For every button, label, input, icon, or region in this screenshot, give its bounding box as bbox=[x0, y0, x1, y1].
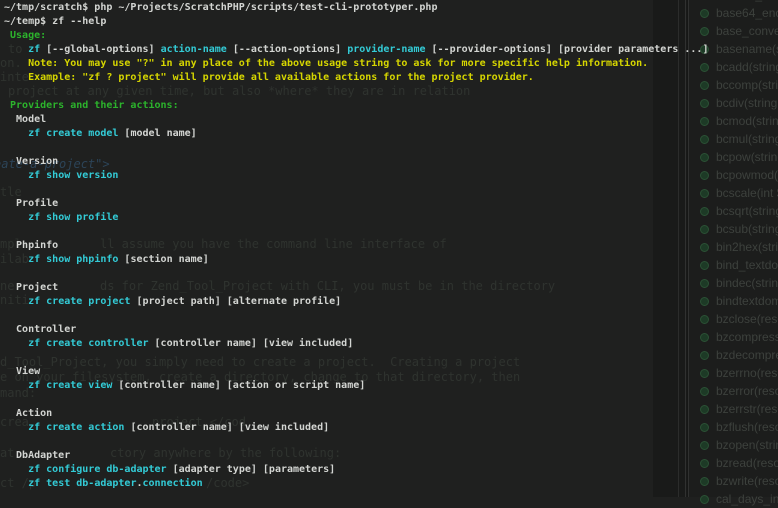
terminal-text-segment: [--action-options] bbox=[227, 44, 347, 55]
terminal-text-segment bbox=[4, 422, 28, 433]
terminal-line: zf create model [model name] bbox=[4, 127, 197, 140]
terminal-text-segment: zf create controller bbox=[28, 338, 148, 349]
terminal-text-segment bbox=[4, 170, 28, 181]
terminal-text-segment: Version bbox=[4, 156, 58, 167]
terminal-text-segment bbox=[4, 128, 28, 139]
terminal-line: zf test db-adapter.connection bbox=[4, 477, 203, 490]
terminal-text-segment bbox=[4, 296, 28, 307]
terminal-text-segment: ~/temp$ zf --help bbox=[4, 16, 106, 27]
terminal-text-segment: [section name] bbox=[118, 254, 208, 265]
terminal-text-segment: ~/tmp/scratch$ php ~/Projects/ScratchPHP… bbox=[4, 2, 437, 13]
terminal-text-segment bbox=[4, 478, 28, 489]
terminal-text-segment: View bbox=[4, 366, 40, 377]
terminal-text-segment: Controller bbox=[4, 324, 76, 335]
terminal-text-segment bbox=[4, 254, 28, 265]
terminal-line: Providers and their actions: bbox=[4, 99, 179, 112]
terminal-text-segment: zf show phpinfo bbox=[28, 254, 118, 265]
terminal-text-segment: [--global-options] bbox=[40, 44, 160, 55]
terminal-line: Model bbox=[4, 113, 46, 126]
terminal-line: ~/temp$ zf --help bbox=[4, 15, 106, 28]
terminal-line: zf show version bbox=[4, 169, 118, 182]
terminal-line: Phpinfo bbox=[4, 239, 58, 252]
terminal-line: Profile bbox=[4, 197, 58, 210]
terminal-text-segment: zf create project bbox=[28, 296, 130, 307]
terminal-line: zf configure db-adapter [adapter type] [… bbox=[4, 463, 335, 476]
terminal-text-segment: connection bbox=[143, 478, 203, 489]
terminal-text-segment: action-name bbox=[161, 44, 227, 55]
terminal-line: Note: You may use "?" in any place of th… bbox=[4, 57, 648, 70]
terminal-text-segment: provider-name bbox=[347, 44, 425, 55]
terminal-text-segment: zf create action bbox=[28, 422, 124, 433]
terminal-output[interactable]: ~/tmp/scratch$ php ~/Projects/ScratchPHP… bbox=[0, 0, 778, 497]
terminal-text-segment: Note: You may use "?" in any place of th… bbox=[4, 58, 648, 69]
terminal-text-segment bbox=[4, 380, 28, 391]
terminal-text-segment: Model bbox=[4, 114, 46, 125]
terminal-text-segment: Action bbox=[4, 408, 52, 419]
terminal-line: Project bbox=[4, 281, 58, 294]
terminal-text-segment: Profile bbox=[4, 198, 58, 209]
terminal-text-segment bbox=[4, 44, 28, 55]
terminal-text-segment: zf bbox=[28, 44, 40, 55]
terminal-text-segment: zf create model bbox=[28, 128, 118, 139]
terminal-text-segment: [adapter type] [parameters] bbox=[167, 464, 336, 475]
terminal-text-segment: Phpinfo bbox=[4, 240, 58, 251]
terminal-line: zf create controller [controller name] [… bbox=[4, 337, 353, 350]
terminal-line: zf create project [project path] [altern… bbox=[4, 295, 341, 308]
terminal-text-segment: [controller name] [view included] bbox=[124, 422, 329, 433]
terminal-line: Usage: bbox=[4, 29, 46, 42]
terminal-text-segment: [controller name] [view included] bbox=[149, 338, 354, 349]
terminal-text-segment: zf configure db-adapter bbox=[28, 464, 166, 475]
terminal-text-segment bbox=[4, 212, 28, 223]
terminal-line: zf [--global-options] action-name [--act… bbox=[4, 43, 708, 56]
terminal-text-segment: zf show profile bbox=[28, 212, 118, 223]
terminal-text-segment bbox=[4, 338, 28, 349]
terminal-text-segment: [--provider-options] [provider parameter… bbox=[426, 44, 709, 55]
terminal-line: Version bbox=[4, 155, 58, 168]
terminal-text-segment: Providers and their actions: bbox=[4, 100, 179, 111]
terminal-text-segment: [model name] bbox=[118, 128, 196, 139]
terminal-text-segment: [project path] [alternate profile] bbox=[130, 296, 341, 307]
terminal-text-segment: Usage: bbox=[4, 30, 46, 41]
terminal-text-segment bbox=[4, 464, 28, 475]
terminal-line: zf create view [controller name] [action… bbox=[4, 379, 365, 392]
terminal-line: zf create action [controller name] [view… bbox=[4, 421, 329, 434]
terminal-line: zf show phpinfo [section name] bbox=[4, 253, 209, 266]
terminal-line: Controller bbox=[4, 323, 76, 336]
terminal-text-segment: Example: "zf ? project" will provide all… bbox=[4, 72, 534, 83]
terminal-line: View bbox=[4, 365, 40, 378]
terminal-line: Action bbox=[4, 407, 52, 420]
terminal-text-segment: Project bbox=[4, 282, 58, 293]
terminal-text-segment: DbAdapter bbox=[4, 450, 70, 461]
terminal-line: ~/tmp/scratch$ php ~/Projects/ScratchPHP… bbox=[4, 1, 437, 14]
terminal-text-segment: zf show version bbox=[28, 170, 118, 181]
terminal-text-segment: zf create view bbox=[28, 380, 112, 391]
terminal-text-segment: zf test db-adapter bbox=[28, 478, 136, 489]
terminal-line: DbAdapter bbox=[4, 449, 70, 462]
terminal-line: zf show profile bbox=[4, 211, 118, 224]
terminal-line: Example: "zf ? project" will provide all… bbox=[4, 71, 534, 84]
terminal-text-segment: [controller name] [action or script name… bbox=[112, 380, 365, 391]
